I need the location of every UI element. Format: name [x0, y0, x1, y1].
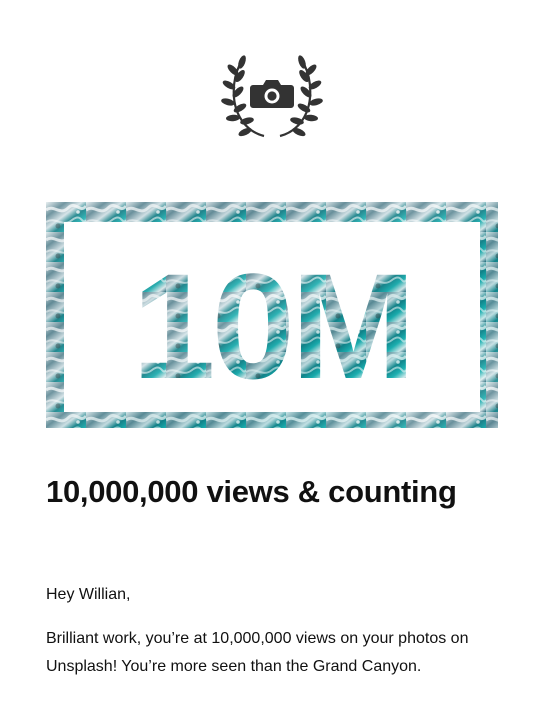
camera-laurel-icon — [221, 55, 323, 138]
award-logo — [0, 52, 544, 142]
milestone-banner: 10M — [46, 202, 498, 428]
body-paragraph: Brilliant work, you’re at 10,000,000 vie… — [46, 630, 469, 675]
milestone-banner-image: 10M — [46, 202, 498, 428]
greeting: Hey Willian, — [46, 586, 131, 603]
headline: 10,000,000 views & counting — [46, 474, 457, 509]
